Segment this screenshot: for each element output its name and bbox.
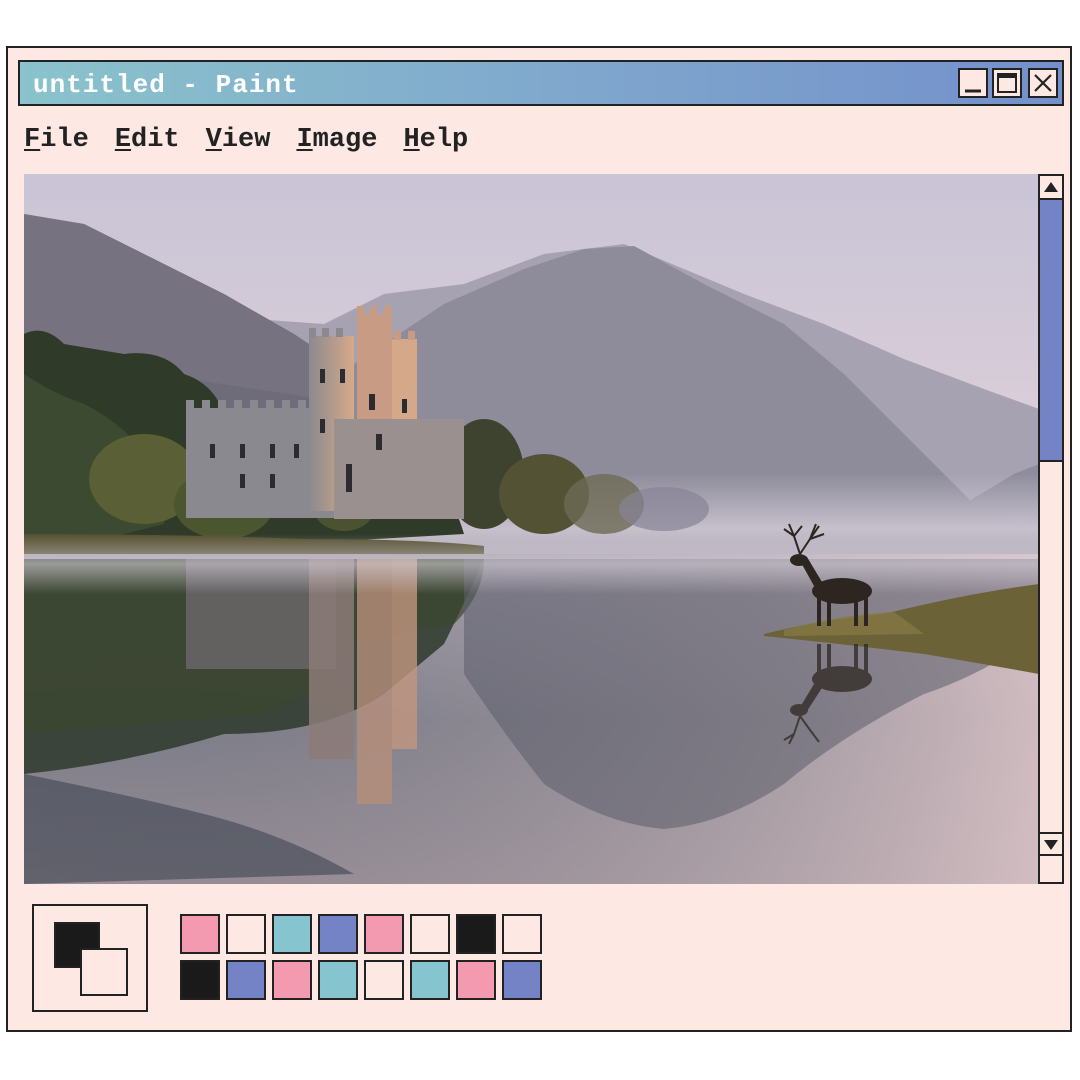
palette-swatch[interactable] — [364, 914, 404, 954]
palette-swatch[interactable] — [502, 914, 542, 954]
minimize-icon — [965, 89, 981, 93]
palette-swatch[interactable] — [180, 914, 220, 954]
menu-help-label: elp — [419, 125, 469, 155]
palette-swatch[interactable] — [502, 960, 542, 1000]
title-bar[interactable]: untitled - Paint — [18, 60, 1064, 106]
menu-view-mnemonic: V — [205, 125, 222, 155]
close-button[interactable] — [1028, 68, 1058, 98]
palette-swatch[interactable] — [410, 914, 450, 954]
scroll-up-button[interactable] — [1040, 176, 1062, 200]
menu-file-mnemonic: F — [24, 125, 41, 155]
canvas-landscape-image — [24, 174, 1039, 884]
palette-swatch[interactable] — [410, 960, 450, 1000]
scroll-down-button[interactable] — [1040, 832, 1062, 856]
menu-view[interactable]: View — [206, 122, 271, 158]
menu-bar: File Edit View Image Help — [24, 122, 494, 158]
palette-swatch[interactable] — [180, 960, 220, 1000]
palette-swatch[interactable] — [456, 960, 496, 1000]
scroll-thumb[interactable] — [1040, 200, 1062, 462]
menu-edit-mnemonic: E — [114, 125, 132, 155]
arrow-down-icon — [1044, 840, 1058, 850]
palette-swatch[interactable] — [456, 914, 496, 954]
palette-swatch[interactable] — [364, 960, 404, 1000]
vertical-scrollbar[interactable] — [1038, 174, 1064, 884]
menu-help[interactable]: Help — [403, 122, 468, 158]
menu-image[interactable]: Image — [296, 122, 377, 158]
menu-edit-label: dit — [131, 125, 180, 155]
palette-swatch[interactable] — [272, 914, 312, 954]
color-palette — [180, 914, 542, 1000]
palette-swatch[interactable] — [226, 960, 266, 1000]
drawing-canvas[interactable] — [24, 174, 1039, 884]
current-colors[interactable] — [32, 904, 148, 1012]
maximize-icon — [997, 73, 1017, 93]
palette-swatch[interactable] — [272, 960, 312, 1000]
palette-swatch[interactable] — [318, 914, 358, 954]
menu-image-mnemonic: I — [296, 125, 313, 155]
palette-swatch[interactable] — [318, 960, 358, 1000]
background-color[interactable] — [80, 948, 128, 996]
menu-file-label: ile — [40, 125, 89, 155]
menu-file[interactable]: File — [24, 122, 89, 158]
menu-help-mnemonic: H — [403, 125, 420, 155]
palette-swatch[interactable] — [226, 914, 266, 954]
minimize-button[interactable] — [958, 68, 988, 98]
paint-window: untitled - Paint File Edit View Image He… — [6, 46, 1072, 1032]
menu-view-label: iew — [221, 125, 271, 155]
menu-edit[interactable]: Edit — [115, 122, 180, 158]
window-title: untitled - Paint — [33, 70, 299, 100]
arrow-up-icon — [1044, 182, 1058, 192]
close-icon — [1034, 74, 1052, 92]
menu-image-label: mage — [312, 125, 378, 155]
maximize-button[interactable] — [992, 68, 1022, 98]
